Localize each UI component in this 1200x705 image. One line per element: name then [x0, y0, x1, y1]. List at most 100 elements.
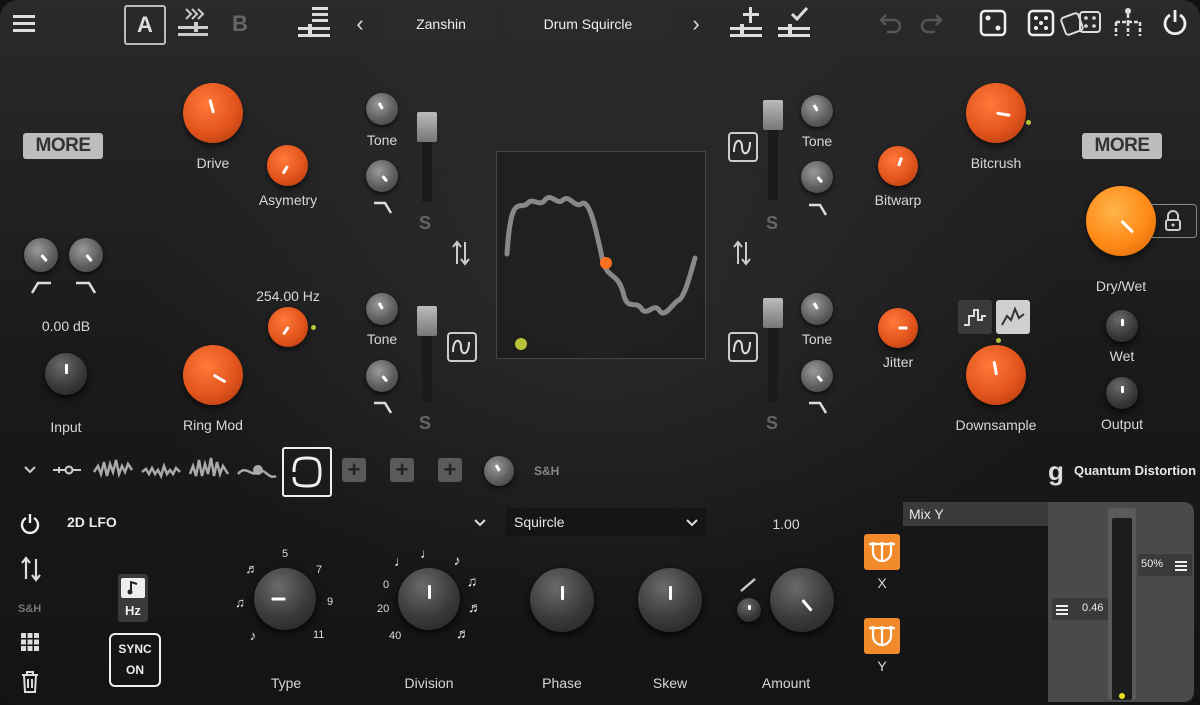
randomize-die-icon[interactable] [978, 8, 1008, 38]
save-preset-icon[interactable] [776, 4, 812, 40]
sync-button[interactable]: SYNC ON [109, 633, 161, 687]
rate-mode-toggle[interactable]: Hz [118, 574, 148, 622]
preset-bank-name[interactable]: Zanshin [384, 6, 498, 41]
mod-amount-knob[interactable] [484, 456, 514, 486]
redo-icon[interactable] [918, 10, 944, 36]
tone-knob-left-top[interactable] [366, 93, 398, 125]
add-mod-slot-2-button[interactable]: + [390, 457, 414, 482]
randomize-settings-icon[interactable] [1060, 6, 1104, 40]
amount-offset-knob[interactable] [737, 598, 761, 622]
fader-left-top-handle[interactable] [417, 112, 437, 142]
lfo-shape-dropdown[interactable]: Squircle [506, 508, 706, 536]
solo-left-top[interactable]: S [419, 213, 431, 234]
step-mode-button[interactable] [958, 300, 992, 334]
drive-knob[interactable] [183, 83, 243, 143]
division-knob[interactable] [398, 568, 460, 630]
menu-icon[interactable] [12, 12, 36, 34]
xy-lfo-display[interactable] [496, 151, 706, 359]
mix-percent-handle[interactable]: 50% [1138, 554, 1192, 576]
ring-mod-knob[interactable] [183, 345, 243, 405]
next-preset-button[interactable]: › [686, 11, 706, 36]
fader-left-bottom-handle[interactable] [417, 306, 437, 336]
bitcrush-knob[interactable] [966, 83, 1026, 143]
lock-icon[interactable] [1150, 204, 1197, 238]
previous-preset-button[interactable]: ‹ [350, 11, 370, 36]
dry-wet-knob[interactable] [1086, 186, 1156, 256]
amount-knob[interactable] [770, 568, 834, 632]
fader-right-top-handle[interactable] [763, 100, 783, 130]
preset-list-icon[interactable] [296, 4, 332, 40]
ring-mod-label: Ring Mod [183, 417, 243, 433]
high-cut-knob[interactable] [69, 238, 103, 272]
add-mod-slot-1-button[interactable]: + [342, 457, 366, 482]
randomize-full-die-icon[interactable] [1026, 8, 1056, 38]
envelope-follower-icon[interactable] [50, 460, 84, 480]
sine-wave-button-left[interactable] [447, 332, 477, 362]
skew-knob[interactable] [638, 568, 702, 632]
y-target-button[interactable] [864, 618, 900, 654]
downsample-knob[interactable] [966, 345, 1026, 405]
more-left-button[interactable]: MORE [23, 133, 103, 159]
solo-right-top[interactable]: S [766, 213, 778, 234]
filter-knob-right-bottom[interactable] [801, 360, 833, 392]
low-cut-knob[interactable] [24, 238, 58, 272]
mod-source-1-icon[interactable] [92, 454, 134, 484]
trash-icon[interactable] [20, 670, 40, 694]
sine-wave-button-right-top[interactable] [728, 132, 758, 162]
swap-icon-right[interactable] [732, 238, 752, 268]
tone-knob-right-bottom[interactable] [801, 293, 833, 325]
preset-name[interactable]: Drum Squircle [505, 6, 671, 41]
solo-right-bottom[interactable]: S [766, 413, 778, 434]
input-knob[interactable] [45, 353, 87, 395]
sample-hold-label[interactable]: S&H [534, 464, 559, 478]
add-preset-icon[interactable] [728, 4, 764, 40]
chevron-down-icon[interactable] [22, 462, 38, 478]
tone-knob-left-bottom[interactable] [366, 293, 398, 325]
copy-a-to-b-icon[interactable] [176, 6, 210, 40]
lfo-shape-value: Squircle [514, 514, 565, 530]
fader-right-bottom-handle[interactable] [763, 298, 783, 328]
more-right-button[interactable]: MORE [1082, 133, 1162, 159]
low-pass-icon [808, 202, 828, 216]
mod-source-3-icon[interactable] [188, 454, 230, 484]
routing-icon[interactable] [1110, 6, 1146, 40]
filter-knob-right-top[interactable] [801, 161, 833, 193]
type-knob[interactable] [254, 568, 316, 630]
bipolar-toggle-icon[interactable] [738, 577, 758, 593]
mix-value-handle[interactable]: 0.46 [1052, 598, 1108, 620]
product-name: Quantum Distortion [1074, 463, 1197, 478]
mod-source-4-icon[interactable] [236, 454, 278, 484]
preset-a-button[interactable]: A [124, 5, 166, 45]
filter-knob-left-top[interactable] [366, 160, 398, 192]
mod-source-2-icon[interactable] [140, 454, 182, 484]
asymmetry-knob[interactable] [267, 145, 308, 186]
jitter-knob[interactable] [878, 308, 918, 348]
tone-knob-right-top[interactable] [801, 95, 833, 127]
brand-logo: g [1048, 455, 1064, 486]
sync-state-label: ON [126, 663, 144, 677]
wet-knob[interactable] [1106, 310, 1138, 342]
lfo-sample-hold-label[interactable]: S&H [18, 603, 41, 615]
preset-b-button[interactable]: B [224, 8, 256, 40]
lfo-power-icon[interactable] [18, 512, 42, 536]
lfo-type-dropdown[interactable]: 2D LFO [60, 508, 492, 536]
lfo-squircle-slot[interactable] [282, 447, 332, 497]
sine-wave-button-right-bottom[interactable] [728, 332, 758, 362]
bitwarp-knob[interactable] [878, 146, 918, 186]
mix-target-field[interactable]: Mix Y [903, 502, 1048, 526]
power-icon[interactable] [1160, 8, 1190, 38]
low-pass-icon [75, 280, 97, 294]
add-mod-slot-3-button[interactable]: + [438, 457, 462, 482]
lfo-swap-icon[interactable] [20, 554, 42, 584]
smooth-mode-button[interactable] [996, 300, 1030, 334]
output-knob[interactable] [1106, 377, 1138, 409]
filter-knob-left-bottom[interactable] [366, 360, 398, 392]
solo-left-bottom[interactable]: S [419, 413, 431, 434]
undo-icon[interactable] [878, 10, 904, 36]
x-target-button[interactable] [864, 534, 900, 570]
mix-slider-track[interactable] [1108, 508, 1136, 700]
phase-knob[interactable] [530, 568, 594, 632]
swap-icon[interactable] [451, 238, 471, 268]
grid-icon[interactable] [20, 632, 40, 652]
ring-mod-frequency-knob[interactable] [268, 307, 308, 347]
